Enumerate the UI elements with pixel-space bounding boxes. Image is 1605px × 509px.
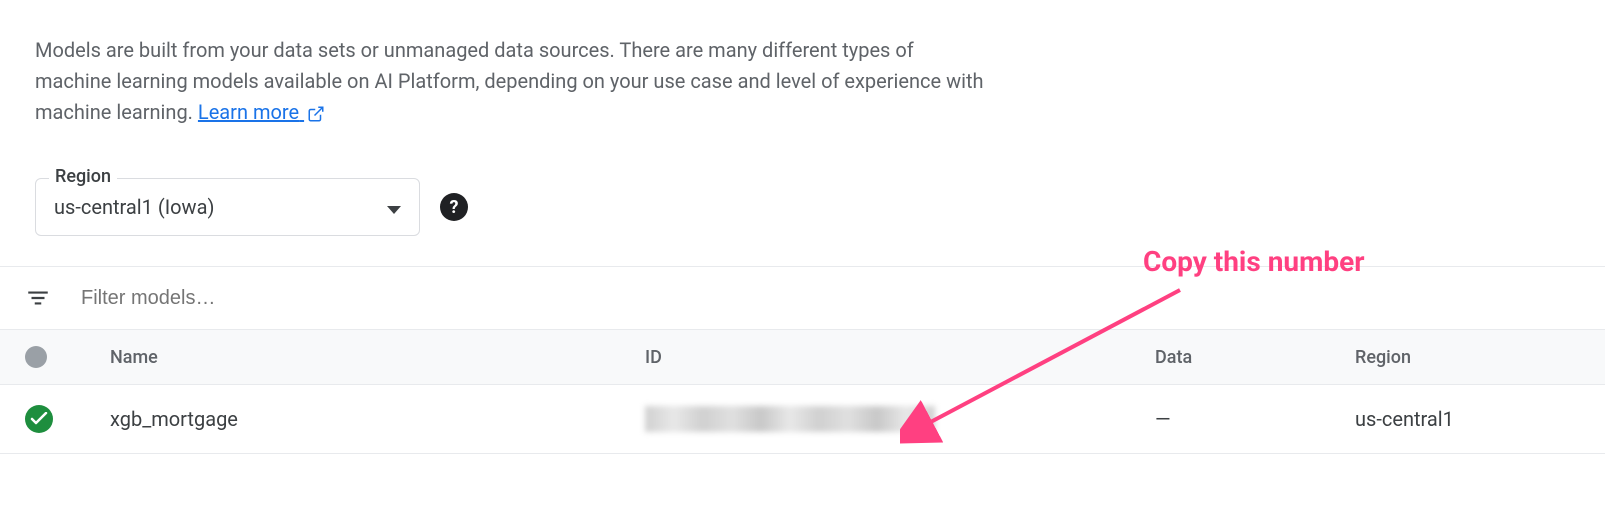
filter-icon[interactable] xyxy=(25,285,51,311)
help-icon[interactable]: ? xyxy=(440,193,468,221)
region-label: Region xyxy=(49,166,117,187)
region-value: us-central1 (Iowa) xyxy=(54,195,214,219)
blurred-id xyxy=(645,406,935,432)
column-header-name[interactable]: Name xyxy=(110,347,645,368)
model-region: us-central1 xyxy=(1355,407,1580,431)
models-description: Models are built from your data sets or … xyxy=(35,35,995,128)
table-header: Name ID Data Region xyxy=(0,329,1605,385)
column-header-id[interactable]: ID xyxy=(645,347,1155,368)
status-success-icon xyxy=(25,405,53,433)
column-header-region[interactable]: Region xyxy=(1355,347,1580,368)
external-link-icon xyxy=(307,105,325,123)
description-text: Models are built from your data sets or … xyxy=(35,38,984,124)
table-row[interactable]: xgb_mortgage — us-central1 xyxy=(0,385,1605,454)
status-column-indicator xyxy=(25,346,47,368)
model-name[interactable]: xgb_mortgage xyxy=(110,407,645,431)
chevron-down-icon xyxy=(387,195,401,219)
model-id xyxy=(645,406,1155,432)
model-data: — xyxy=(1155,407,1355,431)
filter-input[interactable] xyxy=(81,287,1580,310)
column-header-data[interactable]: Data xyxy=(1155,347,1355,368)
learn-more-link[interactable]: Learn more xyxy=(198,100,325,124)
